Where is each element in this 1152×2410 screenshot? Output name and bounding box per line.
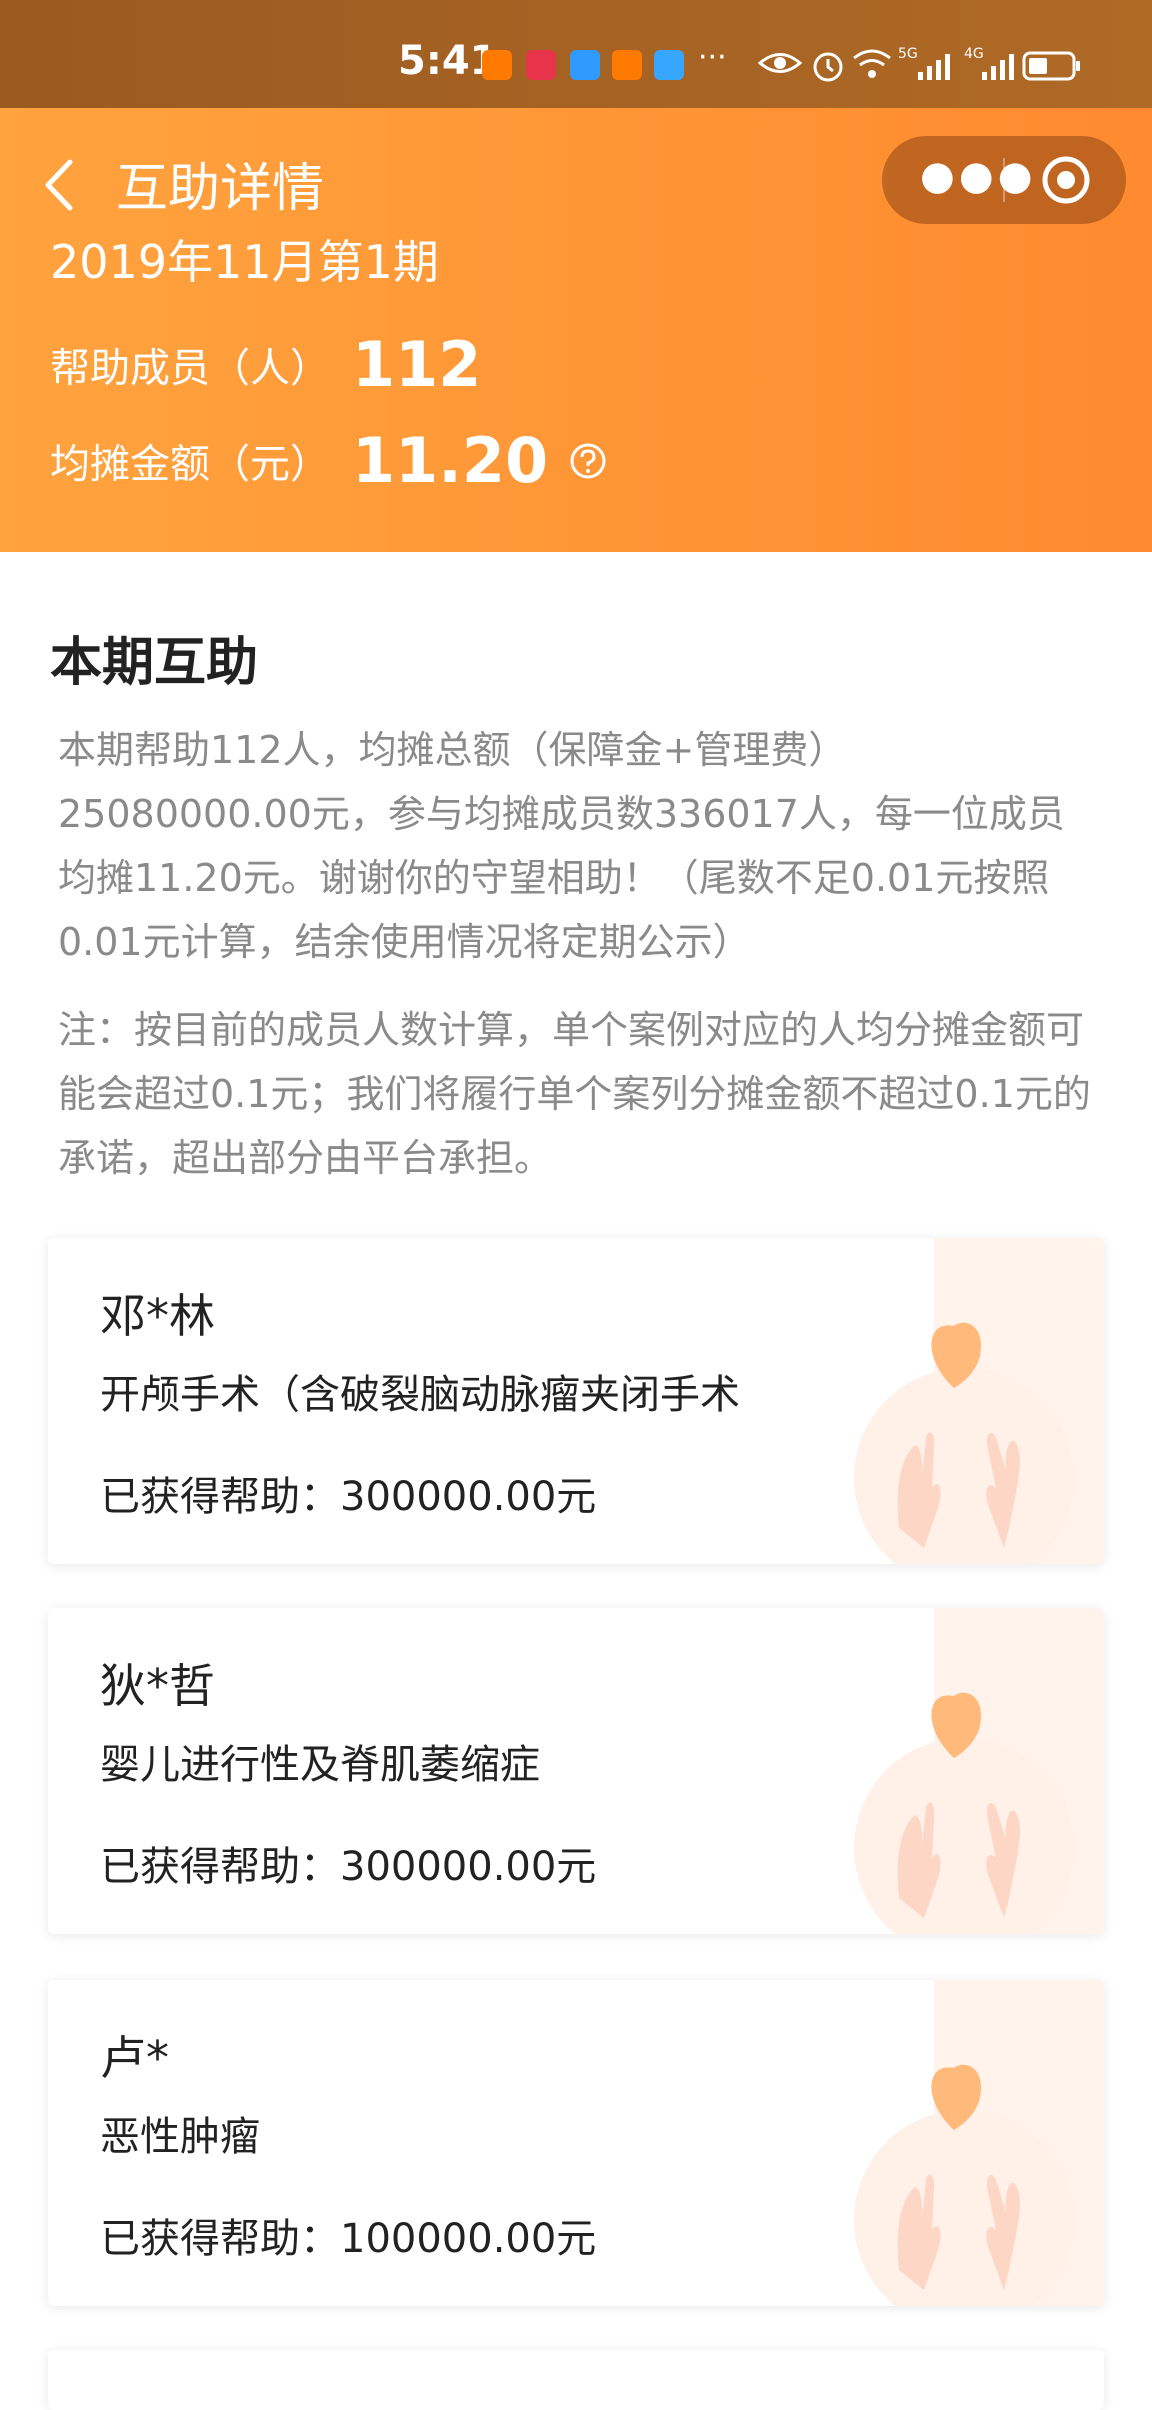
status-bar: 5:41 ··· 5G 4G [0,0,1152,108]
section-title: 本期互助 [50,633,259,693]
case-amount-value: 300000.00元 [340,1844,597,1890]
page-title: 互助详情 [116,159,325,219]
case-amount-label: 已获得帮助： [100,1844,340,1890]
huawei-app-icon [526,50,556,80]
amount-value: 11.20 [352,424,549,497]
network-5g-label: 5G [898,46,918,62]
case-name: 卢* [100,2031,169,2085]
more-icon[interactable]: ●●● [920,156,1037,196]
capsule-divider [1003,158,1005,202]
case-amount-label: 已获得帮助： [100,2216,340,2262]
case-amount: 已获得帮助：100000.00元 [100,2206,596,2264]
browser-app-icon [570,50,600,80]
more-notifications-icon: ··· [698,40,727,75]
header: 互助详情 ●●● 2019年11月第1期 帮助成员（人） 112 均摊金额（元） 1… [0,108,1152,552]
mini-program-capsule: ●●● [882,136,1126,224]
case-card[interactable]: 卢* 恶性肿瘤 已获得帮助：100000.00元 [48,1980,1104,2306]
case-illness: 婴儿进行性及脊肌萎缩症 [100,1742,540,1788]
network-4g-label: 4G [964,46,984,62]
amount-stat: 均摊金额（元） 11.20 [50,424,607,497]
period-label: 2019年11月第1期 [50,235,439,289]
case-amount: 已获得帮助：300000.00元 [100,1464,596,1522]
heart-hands-icon [854,1238,1104,1564]
members-value: 112 [352,328,482,401]
battery-icon [1022,51,1080,81]
wifi-icon [853,49,891,78]
app-1688-icon [482,50,512,80]
app-1688-icon [612,50,642,80]
heart-hands-icon [854,1608,1104,1934]
signal-icon [982,54,1014,80]
signal-icon [918,54,950,80]
case-illness: 恶性肿瘤 [100,2114,260,2160]
case-amount-value: 300000.00元 [340,1474,597,1520]
case-name: 狄*哲 [100,1659,215,1713]
case-name: 邓*林 [100,1289,215,1343]
section-note: 注：按目前的成员人数计算，单个案例对应的人均分摊金额可能会超过0.1元；我们将履… [58,1008,1091,1180]
case-card-partial[interactable] [48,2350,1104,2410]
members-label: 帮助成员（人） [50,345,330,392]
case-card[interactable]: 邓*林 开颅手术（含破裂脑动脉瘤夹闭手术 已获得帮助：300000.00元 [48,1238,1104,1564]
target-icon[interactable] [1040,154,1092,206]
case-amount: 已获得帮助：300000.00元 [100,1834,596,1892]
members-stat: 帮助成员（人） 112 [50,328,481,401]
case-amount-label: 已获得帮助： [100,1474,340,1520]
weather-app-icon [654,50,684,80]
case-amount-value: 100000.00元 [340,2216,597,2262]
eye-icon [758,53,802,73]
help-icon[interactable] [569,442,607,480]
alarm-icon [813,52,843,82]
case-card[interactable]: 狄*哲 婴儿进行性及脊肌萎缩症 已获得帮助：300000.00元 [48,1608,1104,1934]
back-icon[interactable] [36,150,86,220]
section-description: 本期帮助112人，均摊总额（保障金+管理费）25080000.00元，参与均摊成… [58,728,1065,964]
case-illness: 开颅手术（含破裂脑动脉瘤夹闭手术 [100,1372,740,1418]
heart-hands-icon [854,1980,1104,2306]
amount-label: 均摊金额（元） [50,441,330,488]
